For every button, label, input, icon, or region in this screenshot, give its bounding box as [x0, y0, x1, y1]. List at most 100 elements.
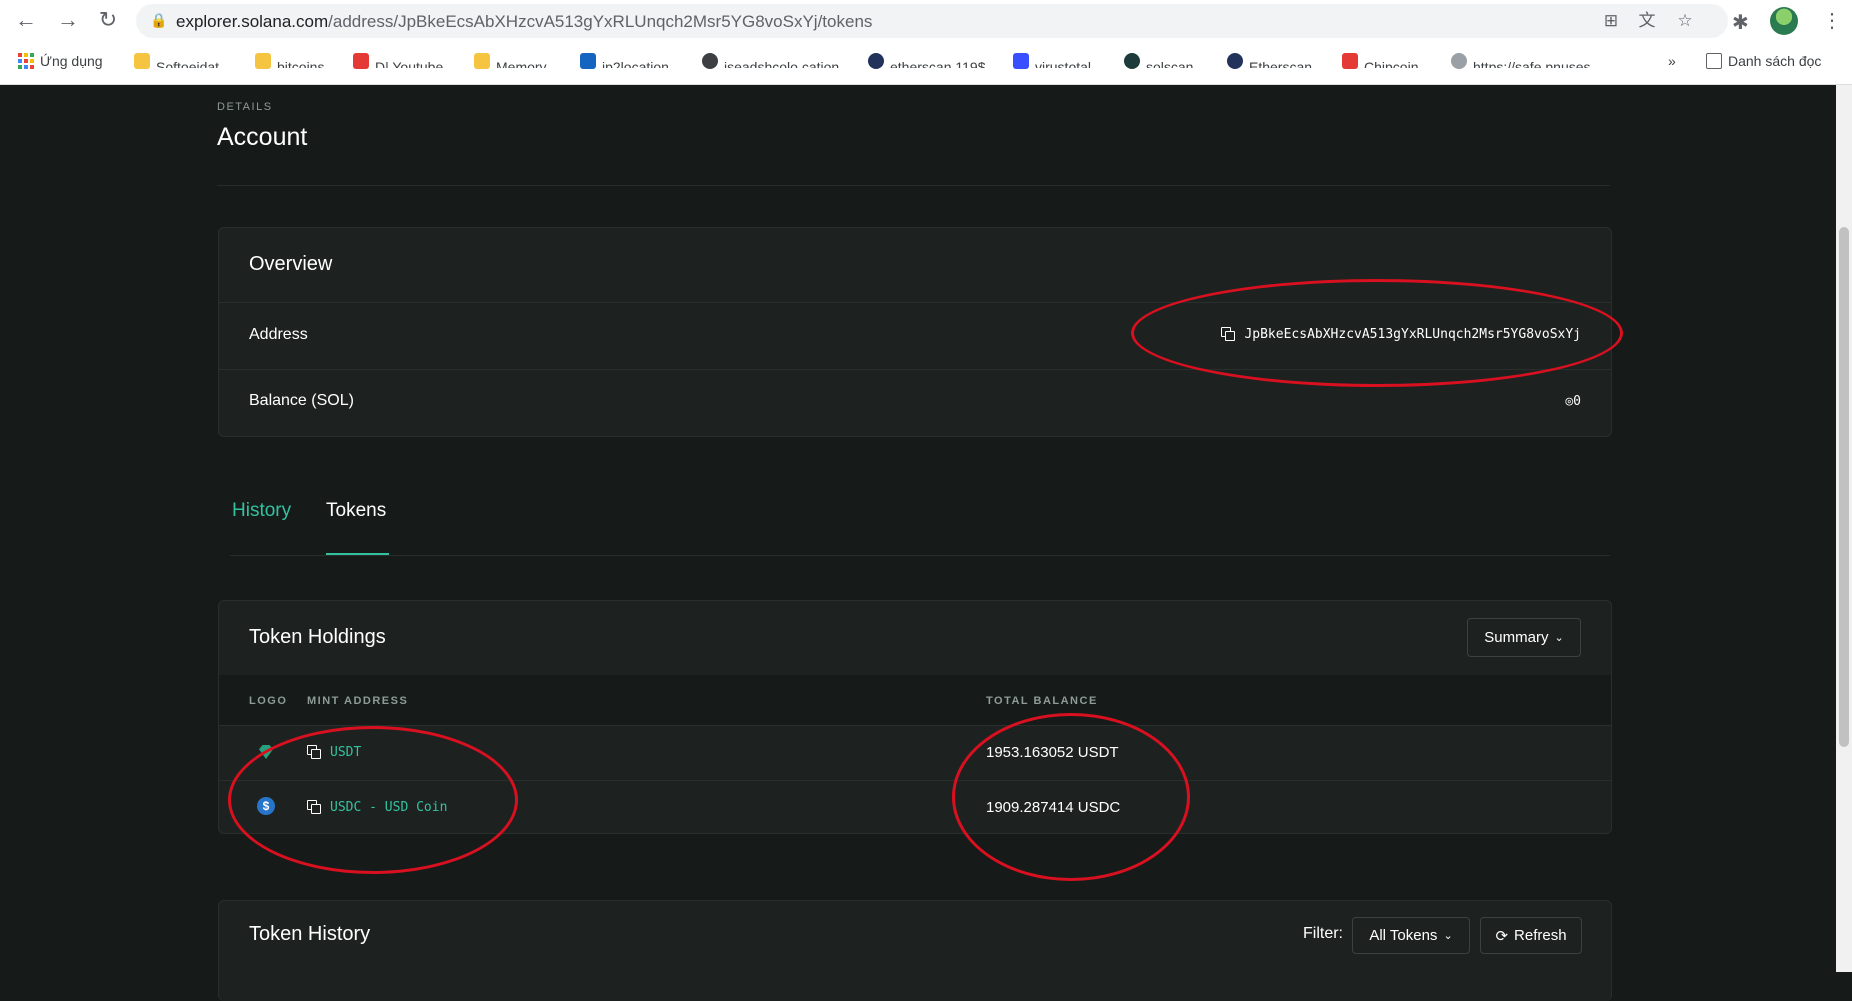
bookmark-label: https://safe.pnuses — [1473, 59, 1591, 68]
copy-icon[interactable] — [307, 745, 321, 759]
reading-list-icon — [1706, 53, 1722, 69]
address-row: Address JpBkeEcsAbXHzcvA513gYxRLUnqch2Ms… — [219, 303, 1611, 370]
more-bookmarks-button[interactable]: » — [1668, 50, 1676, 72]
bookmark-item[interactable]: solscan — [1124, 50, 1193, 72]
usdc-logo-icon: $ — [257, 797, 275, 815]
details-pretitle: DETAILS — [217, 101, 273, 113]
folder-icon — [134, 53, 150, 69]
install-app-icon[interactable]: ⊞ — [1600, 10, 1622, 32]
column-mint-address: MINT ADDRESS — [307, 695, 409, 707]
more-bookmarks-label: » — [1668, 53, 1676, 69]
column-total-balance: TOTAL BALANCE — [986, 695, 1098, 707]
copy-icon[interactable] — [1221, 327, 1236, 341]
address-label: Address — [249, 326, 308, 343]
table-row: $ USDC - USD Coin 1909.287414 USDC — [219, 781, 1611, 833]
address-value[interactable]: JpBkeEcsAbXHzcvA513gYxRLUnqch2Msr5YG8voS… — [1221, 327, 1581, 342]
usdt-logo-icon — [259, 745, 273, 759]
column-logo: LOGO — [249, 695, 288, 707]
back-arrow-icon[interactable]: ← — [14, 8, 38, 32]
token-balance: 1953.163052 USDT — [986, 744, 1119, 761]
profile-avatar[interactable] — [1770, 7, 1798, 35]
token-holdings-header: Token Holdings Summary ⌄ — [219, 601, 1611, 674]
bookmark-label: virustotal — [1035, 59, 1092, 68]
bookmark-label: Memory — [496, 59, 547, 68]
refresh-icon: ⟳ — [1495, 927, 1509, 945]
folder-icon — [255, 53, 271, 69]
tabs-divider — [230, 555, 1610, 556]
apps-grid-icon — [18, 53, 34, 69]
token-history-title: Token History — [249, 923, 371, 945]
token-history-card: Token History Filter: All Tokens ⌄ ⟳ Ref… — [218, 900, 1612, 1001]
token-holdings-card: Token Holdings Summary ⌄ LOGO MINT ADDRE… — [218, 600, 1612, 834]
balance-row: Balance (SOL) ◎0 — [219, 370, 1611, 436]
bookmark-item[interactable]: Softoeidat — [134, 50, 219, 72]
ip-icon — [580, 53, 596, 69]
overview-title: Overview — [249, 253, 333, 275]
reload-icon[interactable]: ↻ — [96, 8, 120, 32]
filter-value: All Tokens — [1369, 927, 1438, 944]
scrollbar[interactable] — [1836, 85, 1852, 972]
filter-dropdown[interactable]: All Tokens ⌄ — [1352, 917, 1470, 954]
page-content: DETAILS Account Overview Address JpBkeEc… — [0, 85, 1836, 1001]
chevron-down-icon: ⌄ — [1554, 632, 1564, 644]
folder-icon — [474, 53, 490, 69]
bookmark-label: ip2location — [602, 59, 669, 68]
bookmark-star-icon[interactable]: ☆ — [1674, 10, 1696, 32]
etherscan-icon — [868, 53, 884, 69]
bookmark-label: Softoeidat — [156, 59, 220, 68]
summary-label: Summary — [1484, 629, 1549, 646]
url-domain: explorer.solana.com — [176, 12, 329, 31]
virustotal-icon — [1013, 53, 1029, 69]
tab-history[interactable]: History — [232, 500, 291, 522]
bookmark-item[interactable]: bitcoins — [255, 50, 324, 72]
summary-dropdown[interactable]: Summary ⌄ — [1467, 618, 1581, 657]
token-holdings-title: Token Holdings — [249, 626, 386, 648]
forward-arrow-icon[interactable]: → — [56, 8, 80, 32]
reading-list-label: Danh sách đọc — [1728, 53, 1822, 69]
copy-icon[interactable] — [307, 800, 321, 814]
bookmark-label: Chipcoin — [1364, 59, 1419, 68]
globe-icon — [1451, 53, 1467, 69]
bookmark-item[interactable]: etherscan 119$ — [868, 50, 985, 72]
balance-label: Balance (SOL) — [249, 392, 354, 409]
reading-list-button[interactable]: Danh sách đọc — [1706, 50, 1821, 72]
scrollbar-thumb[interactable] — [1839, 227, 1849, 747]
mint-link[interactable]: USDT — [307, 745, 361, 760]
bookmark-item[interactable]: ip2location — [580, 50, 669, 72]
lock-icon: 🔒 — [150, 12, 168, 28]
bookmark-item[interactable]: Memory — [474, 50, 547, 72]
bookmark-item[interactable]: D| Youtube — [353, 50, 443, 72]
bookmark-item[interactable]: iseadshcolo.cation — [702, 50, 839, 72]
token-balance: 1909.287414 USDC — [986, 799, 1121, 816]
table-header: LOGO MINT ADDRESS TOTAL BALANCE — [219, 675, 1611, 726]
url-text[interactable]: explorer.solana.com/address/JpBkeEcsAbXH… — [176, 12, 872, 32]
bookmark-label: D| Youtube — [375, 59, 444, 68]
browser-menu-icon[interactable]: ⋮ — [1822, 8, 1842, 33]
translate-icon[interactable]: 文 — [1636, 10, 1658, 32]
refresh-button[interactable]: ⟳ Refresh — [1480, 917, 1582, 954]
bookmark-label: Etherscan — [1249, 59, 1313, 68]
browser-chrome: ← → ↻ 🔒 explorer.solana.com/address/JpBk… — [0, 0, 1852, 85]
youtube-icon — [1342, 53, 1358, 69]
bookmark-item[interactable]: virustotal — [1013, 50, 1091, 72]
tab-tokens[interactable]: Tokens — [326, 500, 386, 522]
bookmark-item[interactable]: Chipcoin — [1342, 50, 1418, 72]
address-text: JpBkeEcsAbXHzcvA513gYxRLUnqch2Msr5YG8voS… — [1244, 327, 1581, 342]
table-row: USDT 1953.163052 USDT — [219, 726, 1611, 781]
solscan-icon — [1124, 53, 1140, 69]
bookmark-label: iseadshcolo.cation — [724, 59, 840, 68]
divider — [217, 185, 1610, 186]
refresh-label: Refresh — [1514, 927, 1567, 944]
mint-link[interactable]: USDC - USD Coin — [307, 800, 447, 815]
mint-text: USDT — [330, 745, 362, 760]
bookmark-apps[interactable]: Ứng dụng — [18, 50, 103, 72]
bookmark-item[interactable]: Etherscan — [1227, 50, 1312, 72]
active-tab-indicator — [326, 553, 389, 555]
globe-icon — [702, 53, 718, 69]
balance-value: ◎0 — [1565, 394, 1581, 409]
bookmark-item[interactable]: https://safe.pnuses — [1451, 50, 1591, 72]
url-path: /address/JpBkeEcsAbXHzcvA513gYxRLUnqch2M… — [328, 12, 873, 31]
extensions-puzzle-icon[interactable]: ✱ — [1732, 10, 1749, 35]
mint-text: USDC - USD Coin — [330, 800, 448, 815]
address-bar[interactable]: 🔒 explorer.solana.com/address/JpBkeEcsAb… — [136, 4, 1728, 38]
